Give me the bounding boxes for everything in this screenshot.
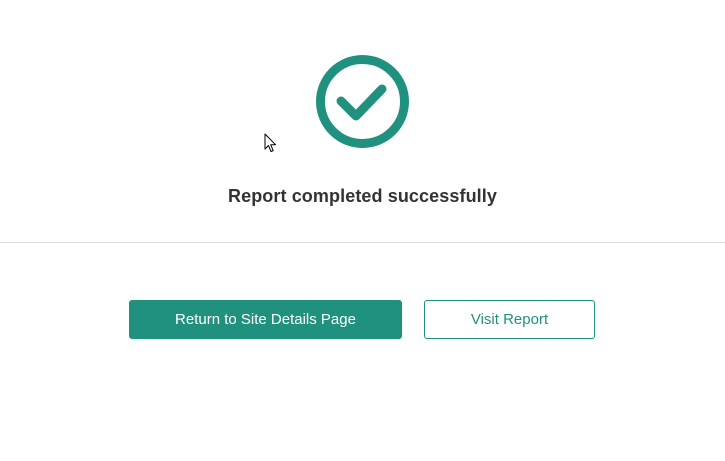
return-to-site-details-button[interactable]: Return to Site Details Page <box>129 300 402 339</box>
status-message: Report completed successfully <box>228 186 497 206</box>
visit-report-button[interactable]: Visit Report <box>424 300 595 339</box>
check-circle-icon <box>315 54 410 149</box>
divider <box>0 242 725 243</box>
mouse-cursor-icon <box>264 133 277 153</box>
